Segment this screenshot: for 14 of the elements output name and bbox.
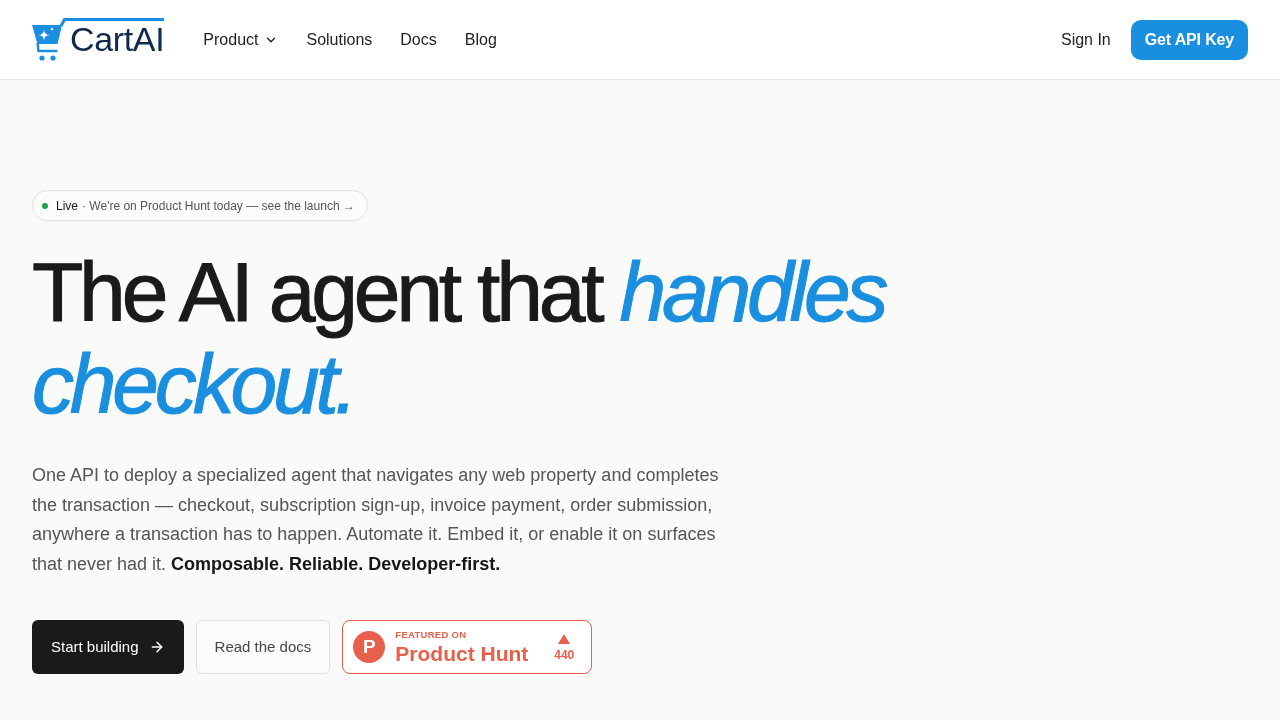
nav-link[interactable]: Docs	[400, 27, 437, 52]
announcement-link[interactable]: Live · We're on Product Hunt today — see the launch →	[32, 190, 368, 221]
start-building-button[interactable]: Start building	[32, 620, 184, 674]
read-docs-button[interactable]: Read the docs	[195, 620, 331, 674]
nav-link[interactable]: Product	[203, 27, 279, 52]
hero-description: One API to deploy a specialized agent that navigates any web property and completes the transaction — checkout, subscription sign-up, invoice payment, order submission, anywhere a transaction has to happen. Automate it. Embed it, or enable it on surfaces that never had it. Composable. Reliable. Developer-first.	[32, 464, 720, 576]
upvote-triangle-icon	[558, 633, 571, 644]
logo-link[interactable]: CartAI	[32, 18, 165, 61]
hero-headline: The AI agent that handles checkout.	[32, 246, 886, 430]
nav-link[interactable]: Solutions	[306, 27, 373, 52]
cart-icon	[32, 18, 66, 61]
sign-in-link[interactable]: Sign In	[1060, 27, 1111, 52]
nav-link[interactable]: Blog	[464, 27, 497, 52]
logo-mark: P	[353, 631, 386, 663]
